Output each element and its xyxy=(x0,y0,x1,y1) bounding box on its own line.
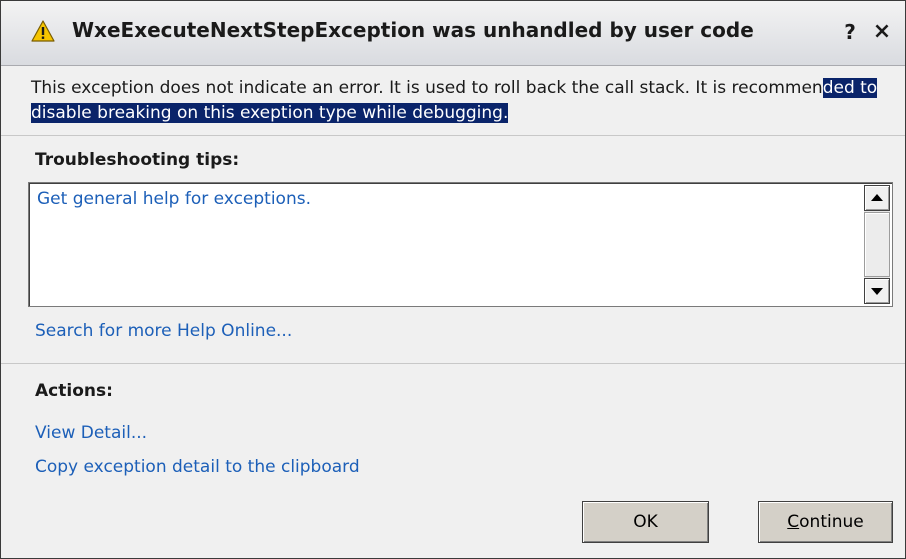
search-help-online-link[interactable]: Search for more Help Online... xyxy=(35,321,292,341)
exception-message[interactable]: This exception does not indicate an erro… xyxy=(31,76,881,126)
scroll-down-icon xyxy=(871,288,883,295)
scroll-up-button[interactable] xyxy=(864,185,890,211)
message-text: This exception does not indicate an erro… xyxy=(31,78,823,98)
help-button[interactable]: ? xyxy=(840,19,860,45)
scroll-thumb[interactable] xyxy=(864,212,890,277)
copy-exception-detail-link[interactable]: Copy exception detail to the clipboard xyxy=(35,457,360,477)
view-detail-link[interactable]: View Detail... xyxy=(35,423,147,443)
ok-button[interactable]: OK xyxy=(582,501,709,543)
tips-scrollbar[interactable] xyxy=(864,185,890,304)
dialog-title: WxeExecuteNextStepException was unhandle… xyxy=(72,18,754,42)
continue-button[interactable]: Continue xyxy=(758,501,893,543)
close-button[interactable]: × xyxy=(869,19,895,45)
exception-dialog: WxeExecuteNextStepException was unhandle… xyxy=(0,0,906,559)
message-area: This exception does not indicate an erro… xyxy=(1,66,905,136)
section-divider xyxy=(1,363,905,364)
troubleshooting-title: Troubleshooting tips: xyxy=(35,150,240,170)
general-help-link[interactable]: Get general help for exceptions. xyxy=(37,189,311,209)
continue-mnemonic: C xyxy=(787,512,800,532)
warning-icon xyxy=(31,20,55,42)
continue-label: ontinue xyxy=(799,512,864,532)
scroll-down-button[interactable] xyxy=(864,278,890,304)
title-bar: WxeExecuteNextStepException was unhandle… xyxy=(1,1,905,66)
troubleshooting-tips-list[interactable]: Get general help for exceptions. xyxy=(28,182,893,307)
scroll-up-icon xyxy=(871,194,883,201)
actions-title: Actions: xyxy=(35,381,113,401)
